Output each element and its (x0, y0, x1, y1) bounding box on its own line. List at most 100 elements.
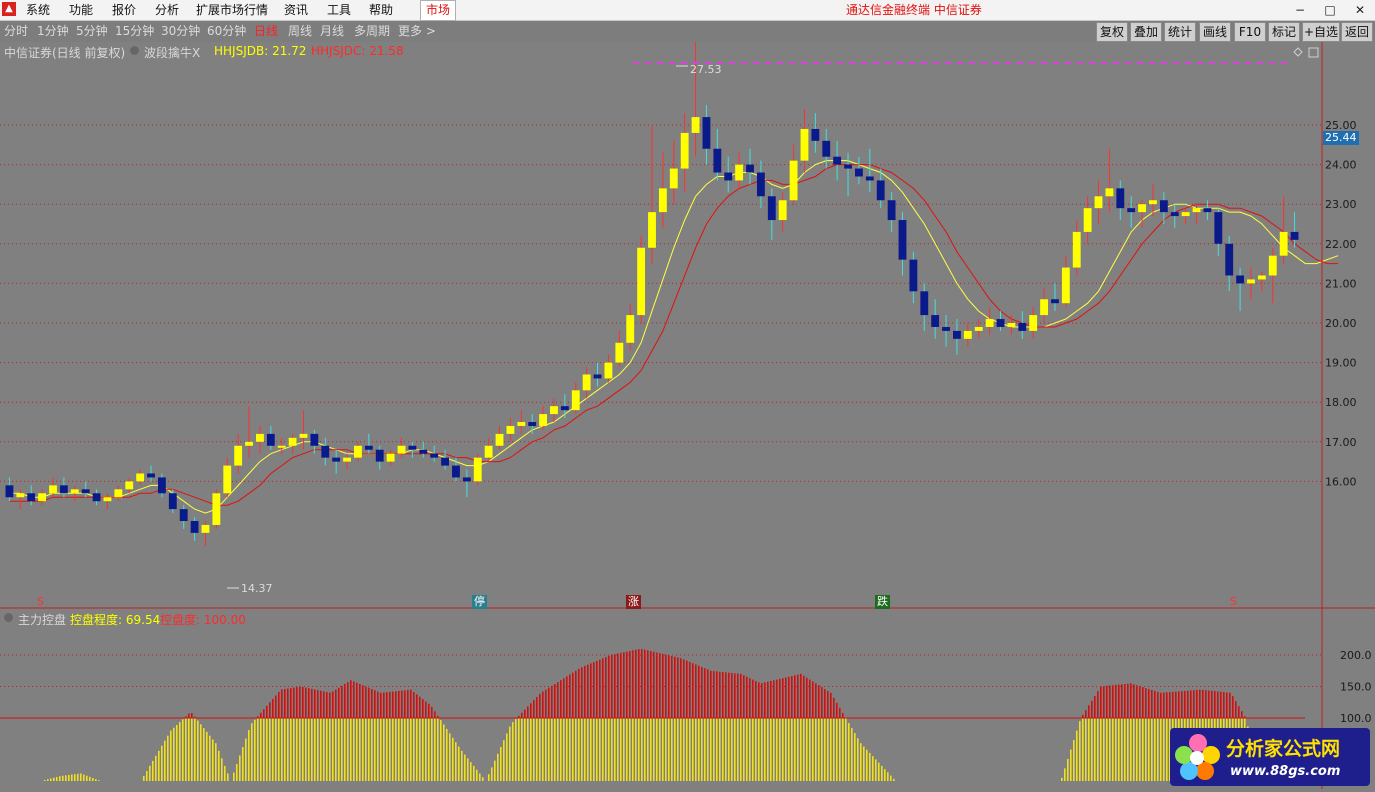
candle-body (626, 315, 635, 343)
histogram-bar-yellow (734, 718, 736, 781)
signal-dot (1137, 62, 1143, 64)
histogram-bar-red (1169, 692, 1171, 718)
menu-news[interactable]: 资讯 (284, 0, 308, 20)
histogram-bar-yellow (74, 774, 76, 781)
candle-body (746, 164, 754, 173)
histogram-bar-yellow (1166, 718, 1168, 781)
histogram-bar-yellow (1061, 777, 1063, 781)
chart-canvas[interactable]: 25.0024.0023.0022.0021.0020.0019.0018.00… (0, 24, 1375, 789)
histogram-bar-yellow (836, 718, 838, 781)
histogram-bar-yellow (80, 773, 82, 781)
sub-indicator-toggle-icon[interactable] (4, 613, 13, 622)
histogram-bar-yellow (173, 727, 175, 781)
histogram-bar-red (719, 671, 721, 718)
chart-area[interactable]: 25.00 24.00 23.00 22.00 21.00 20.00 19.00 18.00… (0, 24, 1375, 789)
signal-dot (1065, 62, 1071, 64)
minimize-icon[interactable]: − (1285, 0, 1315, 20)
histogram-bar-red (533, 700, 535, 718)
signal-dot (1173, 62, 1179, 64)
candle-body (996, 319, 1005, 327)
high-price-label: 27.53 (690, 63, 722, 76)
period-multi[interactable]: 多周期 (354, 21, 390, 42)
period-daily[interactable]: 日线 (254, 21, 278, 42)
indicator-toggle-icon[interactable] (130, 46, 139, 55)
mark-button[interactable]: 标记 (1268, 22, 1300, 42)
period-1min[interactable]: 1分钟 (37, 21, 69, 42)
histogram-bar-yellow (731, 718, 733, 781)
draw-button[interactable]: 画线 (1199, 22, 1231, 42)
menu-tools[interactable]: 工具 (327, 0, 351, 20)
adjust-button[interactable]: 复权 (1096, 22, 1128, 42)
histogram-bar-yellow (587, 718, 589, 781)
period-5min[interactable]: 5分钟 (76, 21, 108, 42)
histogram-bar-yellow (506, 733, 508, 781)
period-tick[interactable]: 分时 (4, 21, 28, 42)
app-logo-icon[interactable]: ▲ (2, 2, 16, 16)
candle-body (81, 489, 90, 494)
period-monthly[interactable]: 月线 (320, 21, 344, 42)
histogram-bar-yellow (620, 718, 622, 781)
histogram-bar-red (695, 664, 697, 718)
histogram-bar-yellow (845, 718, 847, 781)
period-15min[interactable]: 15分钟 (115, 21, 154, 42)
histogram-bar-red (278, 691, 280, 718)
histogram-bar-red (554, 683, 556, 718)
signal-dot (1161, 62, 1167, 64)
menu-quote[interactable]: 报价 (112, 0, 136, 20)
signal-dot (957, 62, 963, 64)
histogram-bar-yellow (710, 718, 712, 781)
menu-help[interactable]: 帮助 (369, 0, 393, 20)
period-30min[interactable]: 30分钟 (161, 21, 200, 42)
histogram-bar-yellow (416, 718, 418, 781)
signal-dot (1113, 62, 1119, 64)
candle-body (953, 330, 961, 339)
histogram-bar-yellow (752, 718, 754, 781)
signal-dot (945, 62, 951, 64)
signal-dot (1077, 62, 1083, 64)
menu-extended-market[interactable]: 扩展市场行情 (196, 0, 268, 20)
histogram-bar-yellow (1139, 718, 1141, 781)
menu-system[interactable]: 系统 (26, 0, 50, 20)
histogram-bar-yellow (458, 746, 460, 781)
histogram-bar-yellow (572, 718, 574, 781)
market-tab[interactable]: 市场 (420, 0, 456, 21)
f10-button[interactable]: F10 (1234, 22, 1266, 42)
period-60min[interactable]: 60分钟 (207, 21, 246, 42)
y-tick-label: 19.00 (1325, 357, 1357, 370)
histogram-bar-red (305, 687, 307, 718)
histogram-bar-red (356, 682, 358, 718)
signal-s-left: S (37, 595, 44, 608)
close-icon[interactable]: ✕ (1345, 0, 1375, 20)
histogram-bar-red (308, 688, 310, 718)
low-price-label: 14.37 (241, 582, 273, 595)
histogram-bar-yellow (1118, 718, 1120, 781)
histogram-bar-yellow (638, 718, 640, 781)
histogram-bar-yellow (635, 718, 637, 781)
histogram-bar-yellow (71, 774, 73, 781)
stats-button[interactable]: 统计 (1164, 22, 1196, 42)
histogram-bar-red (1088, 705, 1090, 718)
histogram-bar-yellow (1130, 718, 1132, 781)
period-more[interactable]: 更多 > (398, 21, 436, 42)
histogram-bar-red (1124, 683, 1126, 718)
histogram-bar-yellow (1133, 718, 1135, 781)
period-weekly[interactable]: 周线 (288, 21, 312, 42)
menu-analysis[interactable]: 分析 (155, 0, 179, 20)
histogram-bar-yellow (515, 719, 517, 781)
candle-body (59, 485, 68, 494)
histogram-bar-red (368, 687, 370, 718)
candle-body (473, 457, 482, 482)
maximize-icon[interactable]: □ (1315, 0, 1345, 20)
histogram-bar-yellow (764, 718, 766, 781)
sub-y-tick-label: 150.0 (1340, 681, 1372, 694)
add-watchlist-button[interactable]: +自选 (1302, 22, 1340, 42)
signal-dot (1053, 62, 1059, 64)
histogram-bar-red (656, 652, 658, 718)
histogram-bar-yellow (437, 718, 439, 781)
histogram-bar-yellow (1067, 758, 1069, 781)
histogram-bar-yellow (848, 723, 850, 781)
overlay-button[interactable]: 叠加 (1130, 22, 1162, 42)
candle-body (539, 414, 548, 426)
back-button[interactable]: 返回 (1341, 22, 1373, 42)
menu-function[interactable]: 功能 (69, 0, 93, 20)
